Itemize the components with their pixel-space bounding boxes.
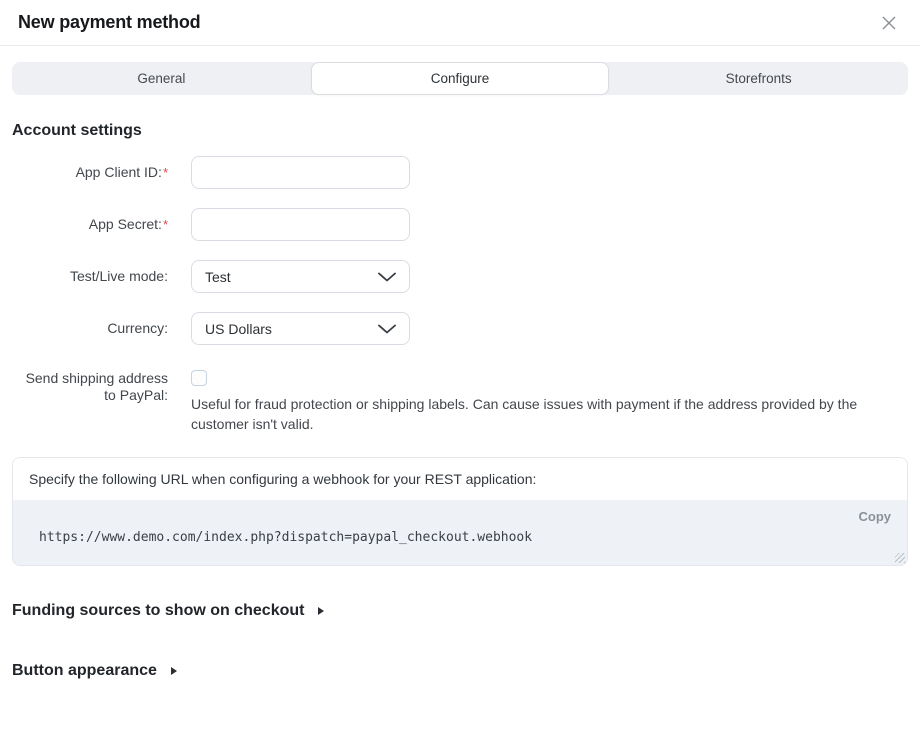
- app-client-id-label: App Client ID:*: [12, 164, 168, 181]
- form-row-currency: Currency: US Dollars: [12, 312, 908, 345]
- form-row-app-secret: App Secret:*: [12, 208, 908, 241]
- app-client-id-control: [191, 156, 908, 189]
- tab-storefronts[interactable]: Storefronts: [609, 62, 908, 95]
- webhook-box: Specify the following URL when configuri…: [12, 457, 908, 566]
- app-secret-label-text: App Secret:: [89, 216, 162, 232]
- form-row-test-live-mode: Test/Live mode: Test: [12, 260, 908, 293]
- tab-general[interactable]: General: [12, 62, 311, 95]
- triangle-right-icon: [318, 607, 324, 615]
- webhook-url-textarea[interactable]: Copy https://www.demo.com/index.php?disp…: [13, 500, 907, 565]
- app-client-id-input[interactable]: [191, 156, 410, 189]
- app-secret-input[interactable]: [191, 208, 410, 241]
- dialog-title: New payment method: [18, 12, 200, 33]
- webhook-url-value: https://www.demo.com/index.php?dispatch=…: [39, 530, 532, 545]
- test-live-mode-value: Test: [205, 269, 231, 285]
- close-icon: [880, 14, 898, 32]
- funding-sources-label: Funding sources to show on checkout: [12, 602, 304, 620]
- app-client-id-label-text: App Client ID:: [76, 164, 162, 180]
- required-mark: *: [163, 165, 168, 180]
- currency-select[interactable]: US Dollars: [191, 312, 410, 345]
- send-shipping-help-text: Useful for fraud protection or shipping …: [191, 394, 891, 434]
- send-shipping-label: Send shipping address to PayPal:: [12, 370, 168, 404]
- currency-control: US Dollars: [191, 312, 908, 345]
- resize-grip[interactable]: [895, 553, 905, 563]
- required-mark: *: [163, 217, 168, 232]
- button-appearance-label: Button appearance: [12, 662, 157, 680]
- app-secret-label: App Secret:*: [12, 216, 168, 233]
- dialog-header: New payment method: [0, 0, 920, 46]
- close-button[interactable]: [878, 12, 900, 34]
- send-shipping-control: Useful for fraud protection or shipping …: [191, 370, 908, 434]
- test-live-mode-select[interactable]: Test: [191, 260, 410, 293]
- chevron-down-icon: [378, 272, 396, 282]
- currency-value: US Dollars: [205, 321, 272, 337]
- chevron-down-icon: [378, 324, 396, 334]
- account-settings-heading: Account settings: [12, 122, 908, 140]
- test-live-mode-label: Test/Live mode:: [12, 268, 168, 285]
- send-shipping-checkbox[interactable]: [191, 370, 207, 386]
- copy-button[interactable]: Copy: [859, 509, 892, 524]
- form-row-send-shipping: Send shipping address to PayPal: Useful …: [12, 370, 908, 434]
- tab-bar: General Configure Storefronts: [12, 62, 908, 95]
- app-secret-control: [191, 208, 908, 241]
- section-funding-sources[interactable]: Funding sources to show on checkout: [12, 602, 908, 620]
- form-row-app-client-id: App Client ID:*: [12, 156, 908, 189]
- dialog-body: Account settings App Client ID:* App Sec…: [0, 122, 920, 680]
- section-button-appearance[interactable]: Button appearance: [12, 662, 908, 680]
- webhook-instruction: Specify the following URL when configuri…: [13, 458, 907, 500]
- tab-configure[interactable]: Configure: [311, 62, 610, 95]
- triangle-right-icon: [171, 667, 177, 675]
- test-live-mode-control: Test: [191, 260, 908, 293]
- currency-label: Currency:: [12, 320, 168, 337]
